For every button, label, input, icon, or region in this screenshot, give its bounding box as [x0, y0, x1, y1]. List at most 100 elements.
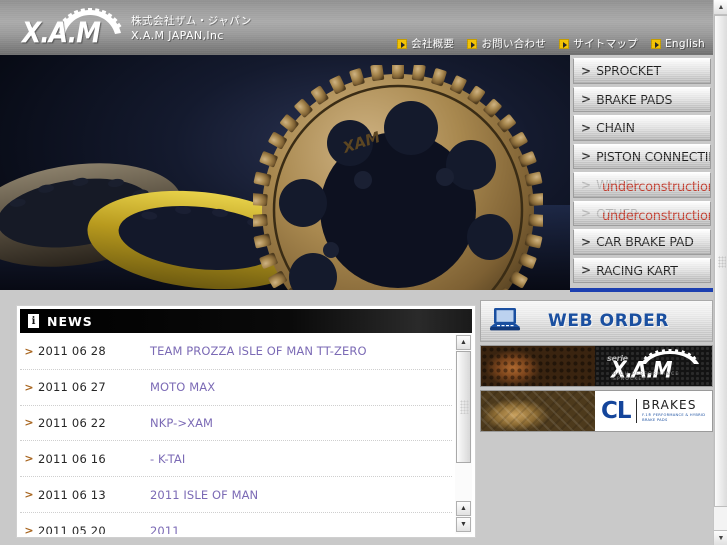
triangle-down-icon: ▼	[460, 521, 467, 528]
news-date: 2011 06 22	[38, 415, 106, 430]
web-order-button[interactable]: WEB ORDER	[480, 300, 713, 342]
header-link-english[interactable]: English	[650, 37, 705, 50]
nav-item-label: PISTON CONNECTING ROD	[596, 148, 710, 164]
header-link-label: 会社概要	[411, 38, 455, 50]
nav-item-label: SPROCKET	[596, 63, 661, 79]
chevron-right-icon: >	[24, 452, 34, 466]
nav-item-label: WHEEL	[596, 177, 640, 193]
company-name-jp: 株式会社ザム・ジャパン	[131, 15, 252, 27]
nav-item-label: CHAIN	[596, 120, 635, 136]
news-row[interactable]: > 2011 06 27 MOTO MAX	[20, 370, 452, 406]
sprocket-bronze-large-image: XAM	[251, 63, 545, 290]
chevron-right-icon: >	[581, 234, 592, 249]
news-scroll-up-button-bottom[interactable]: ▲	[456, 501, 471, 516]
hero-banner: XAM	[0, 55, 570, 290]
news-panel: i NEWS > 2011 06 28 TEAM PROZZA ISLE OF …	[16, 305, 476, 538]
news-header: i NEWS	[20, 309, 472, 333]
divider	[635, 399, 638, 423]
site-header: X.A.M 株式会社ザム・ジャパン X.A.M JAPAN,Inc 会社概要 お…	[0, 0, 713, 55]
nav-item-chain[interactable]: > CHAIN	[573, 115, 711, 141]
browser-scrollbar-track[interactable]	[714, 15, 727, 530]
main-nav-menu: > SPROCKET > BRAKE PADS > CHAIN > PISTON…	[570, 55, 713, 292]
browser-scrollbar[interactable]: ▲ ▼	[713, 0, 727, 545]
news-scroll-down-button[interactable]: ▼	[456, 517, 471, 532]
nav-item-label: BRAKE PADS	[596, 91, 673, 107]
scrollbar-grip-icon	[460, 400, 469, 414]
cl-text-block: BRAKES F.1® PERFORMANCE & HYBRID BRAKE P…	[642, 399, 712, 424]
cl-brakes-label: BRAKES	[642, 397, 697, 412]
news-row[interactable]: > 2011 05 20 2011	[20, 513, 452, 534]
news-link[interactable]: NKP->XAM	[150, 416, 213, 430]
news-scrollbar-thumb[interactable]	[456, 351, 471, 463]
triangle-down-icon: ▼	[717, 534, 725, 542]
news-row[interactable]: > 2011 06 13 2011 ISLE OF MAN	[20, 477, 452, 513]
browser-scrollbar-thumb[interactable]	[714, 15, 727, 507]
chevron-right-icon: >	[24, 488, 34, 502]
banner-xam[interactable]: serie X.A.M HIGH PERFORMANCE SPROCKET	[480, 345, 713, 387]
chevron-right-icon: >	[581, 63, 592, 78]
site-logo[interactable]: X.A.M	[22, 7, 132, 49]
browser-scroll-up-button[interactable]: ▲	[714, 0, 727, 15]
arrow-right-icon	[559, 38, 570, 49]
nav-item-sprocket[interactable]: > SPROCKET	[573, 58, 711, 84]
cl-wordmark: CL	[601, 397, 632, 424]
header-link-label: English	[664, 37, 705, 50]
news-title: NEWS	[47, 313, 93, 329]
chevron-right-icon: >	[581, 92, 592, 107]
news-link[interactable]: MOTO MAX	[150, 380, 215, 394]
arrow-right-icon	[467, 38, 478, 49]
nav-item-car-brake-pad[interactable]: > CAR BRAKE PAD	[573, 229, 711, 255]
triangle-up-icon: ▲	[460, 339, 467, 346]
nav-item-label: OTHER	[596, 205, 639, 221]
cl-tagline: F.1® PERFORMANCE & HYBRID BRAKE PADS	[642, 412, 706, 422]
header-link-label: お問い合わせ	[481, 38, 547, 50]
news-row[interactable]: > 2011 06 22 NKP->XAM	[20, 406, 452, 442]
chevron-right-icon: >	[24, 380, 34, 394]
browser-scroll-down-button[interactable]: ▼	[714, 530, 727, 545]
chevron-right-icon: >	[24, 344, 34, 358]
nav-item-brake-pads[interactable]: > BRAKE PADS	[573, 86, 711, 112]
news-scrollbar[interactable]: ▲ ▲ ▼	[455, 334, 472, 534]
company-name-en: X.A.M JAPAN,Inc	[131, 29, 224, 42]
right-sidebar: WEB ORDER serie X.A.M HIGH PERFORMANCE S…	[480, 300, 713, 432]
logo-wordmark: X.A.M	[22, 15, 101, 50]
triangle-up-icon: ▲	[460, 505, 467, 512]
news-scroll-buttons-bottom: ▲ ▼	[455, 500, 472, 533]
nav-item-racing-kart[interactable]: > RACING KART	[573, 257, 711, 283]
menu-divider	[570, 288, 713, 292]
web-order-label: WEB ORDER	[548, 311, 669, 331]
banner-xam-subtitle: HIGH PERFORMANCE SPROCKET	[613, 372, 680, 382]
news-link[interactable]: 2011 ISLE OF MAN	[150, 488, 258, 502]
header-nav: 会社概要 お問い合わせ サイトマップ English	[397, 36, 705, 51]
scrollbar-grip-icon	[718, 256, 726, 268]
banner-cl-photo	[481, 391, 595, 431]
nav-item-label: CAR BRAKE PAD	[596, 234, 694, 250]
chevron-right-icon: >	[581, 177, 592, 192]
news-date: 2011 06 16	[38, 451, 106, 466]
nav-item-piston-connecting-rod[interactable]: > PISTON CONNECTING ROD	[573, 143, 711, 169]
banner-cl-brakes[interactable]: CL BRAKES F.1® PERFORMANCE & HYBRID BRAK…	[480, 390, 713, 432]
news-row[interactable]: > 2011 06 28 TEAM PROZZA ISLE OF MAN TT-…	[20, 334, 452, 370]
chevron-right-icon: >	[581, 149, 592, 164]
page-root: X.A.M 株式会社ザム・ジャパン X.A.M JAPAN,Inc 会社概要 お…	[0, 0, 727, 545]
banner-cl-logo-area: CL BRAKES F.1® PERFORMANCE & HYBRID BRAK…	[595, 391, 712, 431]
info-icon: i	[28, 314, 39, 328]
news-row[interactable]: > 2011 06 16 - K-TAI	[20, 441, 452, 478]
chevron-right-icon: >	[24, 416, 34, 430]
header-link-contact[interactable]: お問い合わせ	[467, 36, 546, 51]
chevron-right-icon: >	[581, 263, 592, 278]
news-link[interactable]: TEAM PROZZA ISLE OF MAN TT-ZERO	[150, 344, 367, 358]
triangle-up-icon: ▲	[717, 3, 725, 11]
news-link[interactable]: 2011	[150, 524, 180, 534]
news-link[interactable]: - K-TAI	[150, 452, 185, 466]
news-date: 2011 05 20	[38, 523, 106, 534]
nav-item-other[interactable]: > OTHER underconstruction	[573, 200, 711, 226]
chevron-right-icon: >	[24, 524, 34, 534]
header-link-label: サイトマップ	[573, 38, 638, 50]
header-link-sitemap[interactable]: サイトマップ	[559, 36, 638, 51]
news-scroll-up-button[interactable]: ▲	[456, 335, 471, 350]
header-link-company[interactable]: 会社概要	[397, 36, 454, 51]
laptop-icon	[489, 306, 523, 336]
nav-item-label: RACING KART	[596, 262, 678, 278]
nav-item-wheel[interactable]: > WHEEL underconstruction	[573, 172, 711, 198]
